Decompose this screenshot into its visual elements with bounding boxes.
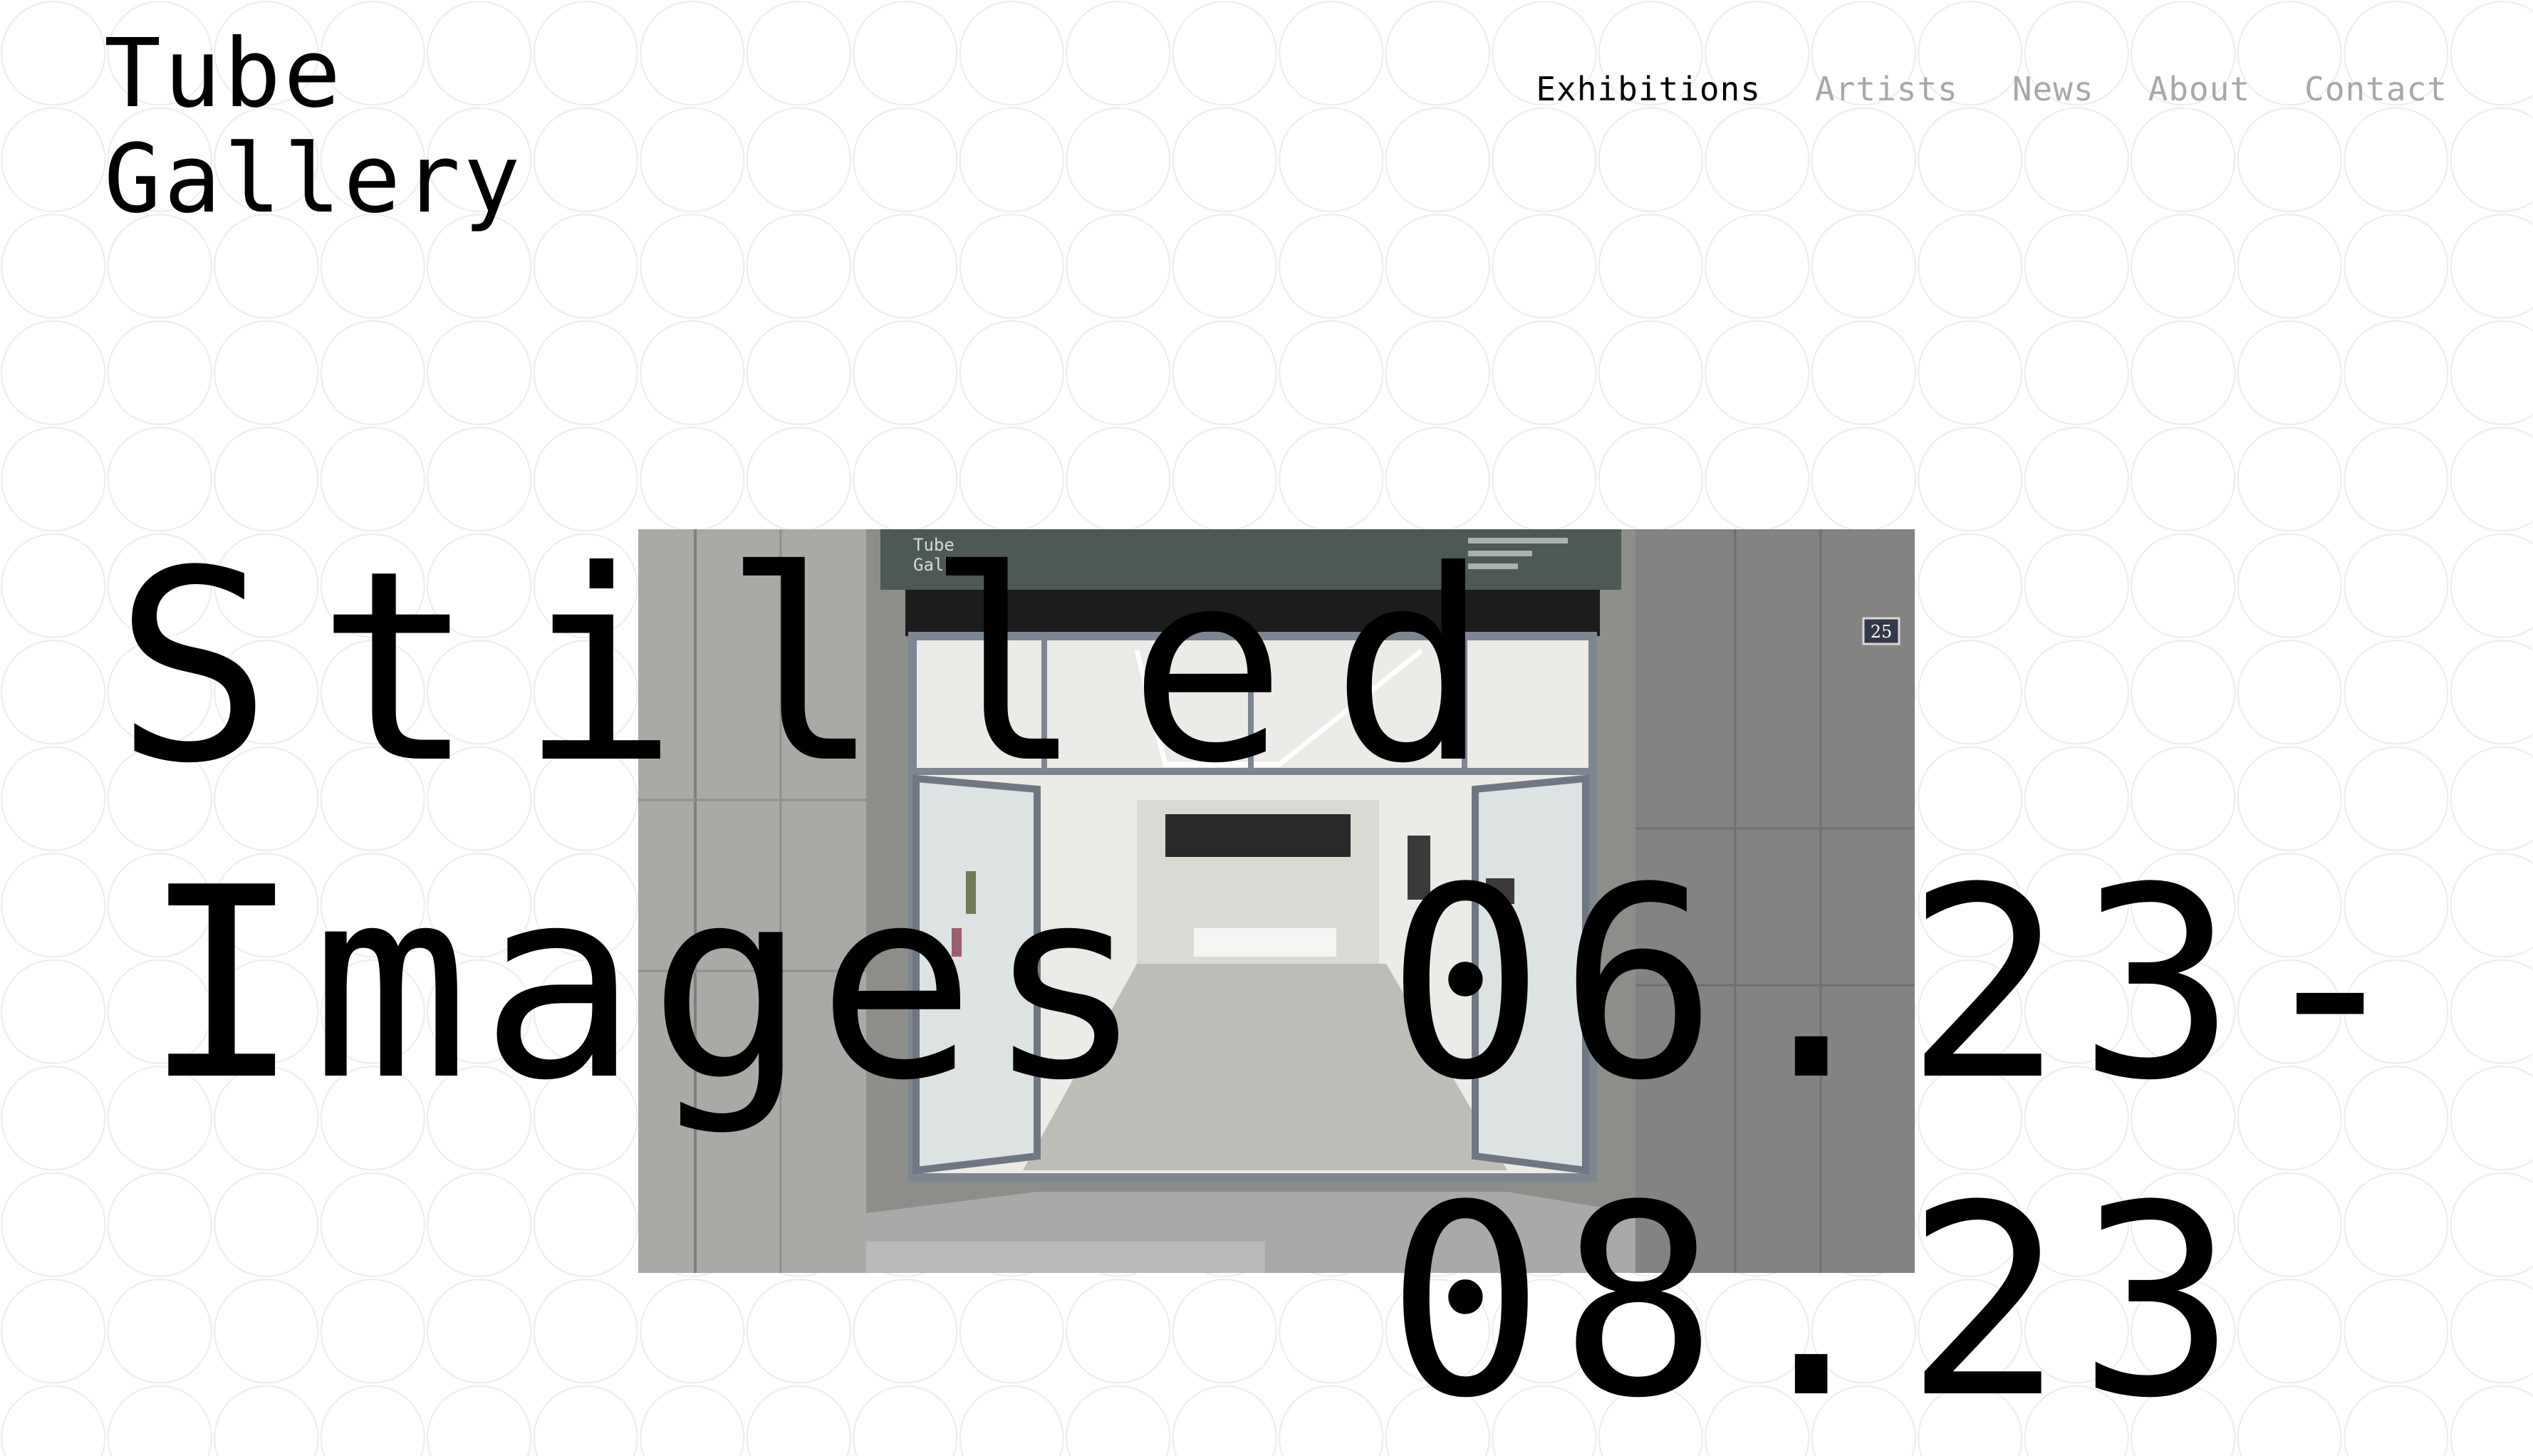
logo-line-2: Gallery — [104, 125, 524, 234]
main-nav: Exhibitions Artists News About Contact — [1536, 70, 2448, 108]
nav-artists[interactable]: Artists — [1815, 70, 1958, 108]
logo-line-1: Tube — [104, 19, 344, 129]
exhibition-date-end: 08.23 — [1386, 1150, 2251, 1456]
exhibition-date-start: 06.23- — [1386, 832, 2424, 1138]
nav-news[interactable]: News — [2012, 70, 2094, 108]
exhibition-title-line-1: Stilled — [114, 515, 1534, 821]
street-number: 25 — [1871, 622, 1893, 642]
nav-exhibitions[interactable]: Exhibitions — [1536, 70, 1761, 108]
nav-contact[interactable]: Contact — [2304, 70, 2448, 108]
nav-about[interactable]: About — [2148, 70, 2250, 108]
gallery-logo[interactable]: Tube Gallery — [104, 21, 524, 232]
exhibition-title-line-2: Images — [142, 832, 1155, 1138]
